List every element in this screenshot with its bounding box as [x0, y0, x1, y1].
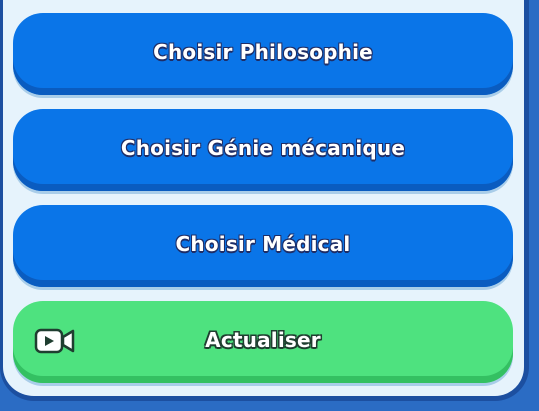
refresh-button[interactable]: Actualiser: [13, 301, 513, 383]
video-camera-icon: [34, 328, 75, 354]
choose-mechanical-engineering-label: Choisir Génie mécanique: [120, 136, 406, 160]
choose-mechanical-engineering-button[interactable]: Choisir Génie mécanique: [13, 109, 513, 191]
choose-philosophy-button[interactable]: Choisir Philosophie: [13, 13, 513, 95]
choose-philosophy-label: Choisir Philosophie: [153, 40, 373, 64]
refresh-label: Actualiser: [205, 328, 321, 352]
choose-medical-button[interactable]: Choisir Médical: [13, 205, 513, 287]
choose-medical-label: Choisir Médical: [175, 232, 351, 256]
